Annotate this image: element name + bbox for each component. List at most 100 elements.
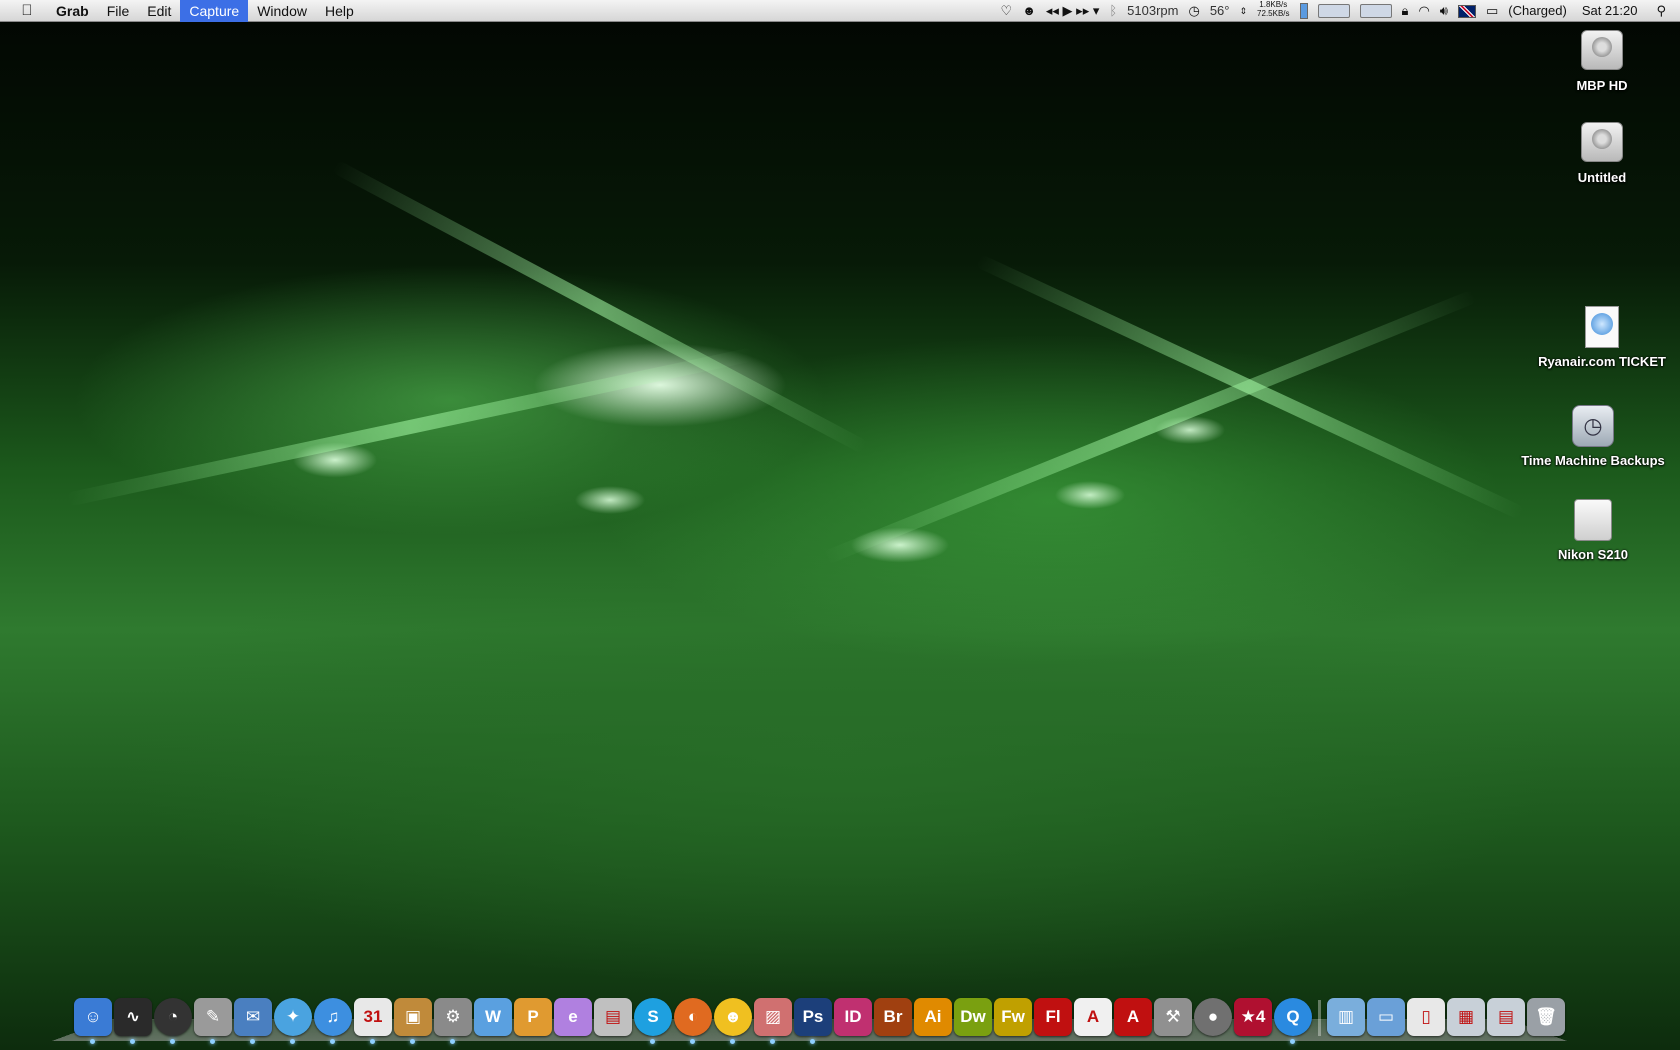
dock-photoshop-icon[interactable]: Ps [794, 998, 832, 1044]
spotlight-search-icon[interactable]: ⚲ [1651, 0, 1680, 22]
dock-icon-glyph: Dw [960, 1007, 986, 1026]
dock-finder-icon[interactable]: ☺ [74, 998, 112, 1044]
dock-iphoto-icon[interactable]: ▣ [394, 998, 432, 1044]
dock-word-icon[interactable]: W [474, 998, 512, 1036]
heart-icon[interactable]: ♡ [996, 0, 1018, 22]
running-indicator [1290, 1039, 1295, 1044]
bluetooth-icon[interactable]: ᛒ [1104, 0, 1122, 22]
dock-acrobat-pro-icon[interactable]: A [1074, 998, 1112, 1036]
dock-icon-glyph: ● [1207, 1007, 1219, 1026]
network-speed[interactable]: 1.8KB/s 72.5KB/s [1252, 0, 1294, 22]
dock-entourage-icon[interactable]: e [554, 998, 592, 1036]
dock-mail-icon[interactable]: ✉ [234, 998, 272, 1044]
dock-script-editor-icon[interactable]: ✎ [194, 998, 232, 1044]
dock-moon-app-icon[interactable]: ● [1194, 998, 1232, 1036]
apple-menu-icon[interactable]:  [16, 2, 38, 19]
desktop-icon-ryanair-ticket[interactable]: Ryanair.com TICKET [1517, 306, 1680, 369]
dock-icon-glyph: ▤ [604, 1007, 622, 1026]
menu-file[interactable]: File [98, 0, 139, 22]
desktop-icon-untitled[interactable]: Untitled [1517, 122, 1680, 185]
desktop-icon-label: Time Machine Backups [1521, 453, 1665, 468]
dock-icon-glyph: Fw [1001, 1007, 1025, 1026]
running-indicator [290, 1039, 295, 1044]
disk-meter-icon[interactable] [1355, 0, 1397, 22]
growl-icon[interactable]: ☻ [1017, 0, 1041, 22]
dock-window-stack-icon[interactable]: ▤ [1487, 998, 1525, 1036]
dock-powerpoint-icon[interactable]: P [514, 998, 552, 1036]
dock-skype-icon[interactable]: S [634, 998, 672, 1044]
desktop-icon-label: Untitled [1577, 170, 1627, 185]
dock-icon-glyph: A [1126, 1007, 1140, 1026]
dock-icon-glyph: ⚙ [445, 1007, 461, 1026]
dock-icon-glyph: ✦ [285, 1007, 301, 1026]
memory-meter-icon[interactable] [1295, 0, 1313, 22]
volume-icon[interactable]: 🔊︎ [1435, 0, 1453, 22]
input-source-flag-icon[interactable] [1453, 0, 1481, 22]
dock-separator [1318, 1000, 1321, 1036]
menu-edit[interactable]: Edit [138, 0, 180, 22]
dock-documents-folder-icon[interactable]: ▭ [1367, 998, 1405, 1036]
dock-automator-icon[interactable]: ⚒ [1154, 998, 1192, 1036]
dock-icon-glyph: ★4 [1240, 1007, 1266, 1026]
dock-itunes-icon[interactable]: ♫ [314, 998, 352, 1044]
running-indicator [370, 1039, 375, 1044]
dock-safari-icon[interactable]: ✦ [274, 998, 312, 1044]
dock-system-preferences-icon[interactable]: ⚙ [434, 998, 472, 1044]
dock-quicktime-icon[interactable]: Q [1274, 998, 1312, 1044]
dock-acrobat-icon[interactable]: A [1114, 998, 1152, 1036]
updown-arrows-icon: ⇕ [1239, 6, 1248, 16]
external-drive-icon [1574, 499, 1612, 541]
menu-capture[interactable]: Capture [180, 0, 249, 22]
dock-indesign-icon[interactable]: ID [834, 998, 872, 1036]
dock-activity-monitor-icon[interactable]: ∿ [114, 998, 152, 1044]
dock-fireworks-icon[interactable]: Fw [994, 998, 1032, 1036]
dock-applications-stack-icon[interactable]: ▥ [1327, 998, 1365, 1036]
dock-ical-icon[interactable]: 31 [354, 998, 392, 1044]
dock-dreamweaver-icon[interactable]: Dw [954, 998, 992, 1036]
battery-icon[interactable]: ▭ [1481, 0, 1503, 22]
running-indicator [170, 1039, 175, 1044]
running-indicator [650, 1039, 655, 1044]
desktop-icon-mbp-hd[interactable]: MBP HD [1517, 30, 1680, 93]
dock-preview-icon[interactable]: ▨ [754, 998, 792, 1044]
running-indicator [410, 1039, 415, 1044]
dock-icon-glyph: S [647, 1007, 659, 1026]
dock-flash-icon[interactable]: Fl [1034, 998, 1072, 1036]
running-indicator [250, 1039, 255, 1044]
hard-drive-icon [1581, 122, 1623, 162]
dock-icon-glyph: ID [844, 1007, 862, 1026]
temperature[interactable]: 56° [1205, 0, 1235, 22]
cpu-meter-icon[interactable] [1313, 0, 1355, 22]
lock-icon[interactable]: 🔒︎ [1397, 0, 1414, 22]
desktop-icon-time-machine-backups[interactable]: ◷ Time Machine Backups [1508, 405, 1678, 468]
dock-icon-glyph: ▥ [1337, 1007, 1355, 1026]
dock-icon-glyph: ▭ [1377, 1007, 1395, 1026]
dock-icon-glyph: e [568, 1007, 578, 1026]
dock-adium-icon[interactable]: ☻ [714, 998, 752, 1044]
dock-stuffit-icon[interactable]: ▤ [594, 998, 632, 1036]
dock-dock-document-icon[interactable]: ▯ [1407, 998, 1445, 1036]
dock-icon-glyph: ☻ [724, 1007, 742, 1026]
menu-help[interactable]: Help [316, 0, 363, 22]
hard-drive-icon [1581, 30, 1623, 70]
dock-downloads-stack-icon[interactable]: ▦ [1447, 998, 1485, 1036]
wifi-icon[interactable]: ◠ [1413, 0, 1434, 22]
dock-illustrator-icon[interactable]: Ai [914, 998, 952, 1036]
media-controls-icon[interactable]: ◂◂ ▶ ▸▸ ▾ [1041, 0, 1104, 22]
wallpaper-light-streak [975, 253, 1525, 521]
fan-speed[interactable]: 5103rpm [1122, 0, 1183, 22]
battery-status[interactable]: (Charged) [1503, 0, 1572, 22]
dock-trash-icon[interactable]: 🗑 [1527, 998, 1565, 1036]
dock-firefox-icon[interactable]: ◐ [674, 998, 712, 1044]
desktop-icon-nikon-s210[interactable]: Nikon S210 [1508, 499, 1678, 562]
dock-dashboard-icon[interactable]: ◔ [154, 998, 192, 1044]
clock[interactable]: Sat 21:20 [1572, 0, 1652, 22]
desktop-icon-label: MBP HD [1576, 78, 1628, 93]
menu-window[interactable]: Window [248, 0, 316, 22]
app-menu[interactable]: Grab [48, 0, 98, 22]
dock-bridge-icon[interactable]: Br [874, 998, 912, 1036]
time-machine-menu-icon[interactable]: ◷ [1183, 0, 1204, 22]
dock-star-app-icon[interactable]: ★4 [1234, 998, 1272, 1036]
dock-icon-glyph: ◐ [687, 1007, 699, 1026]
dock-icon-glyph: Ps [802, 1007, 824, 1026]
